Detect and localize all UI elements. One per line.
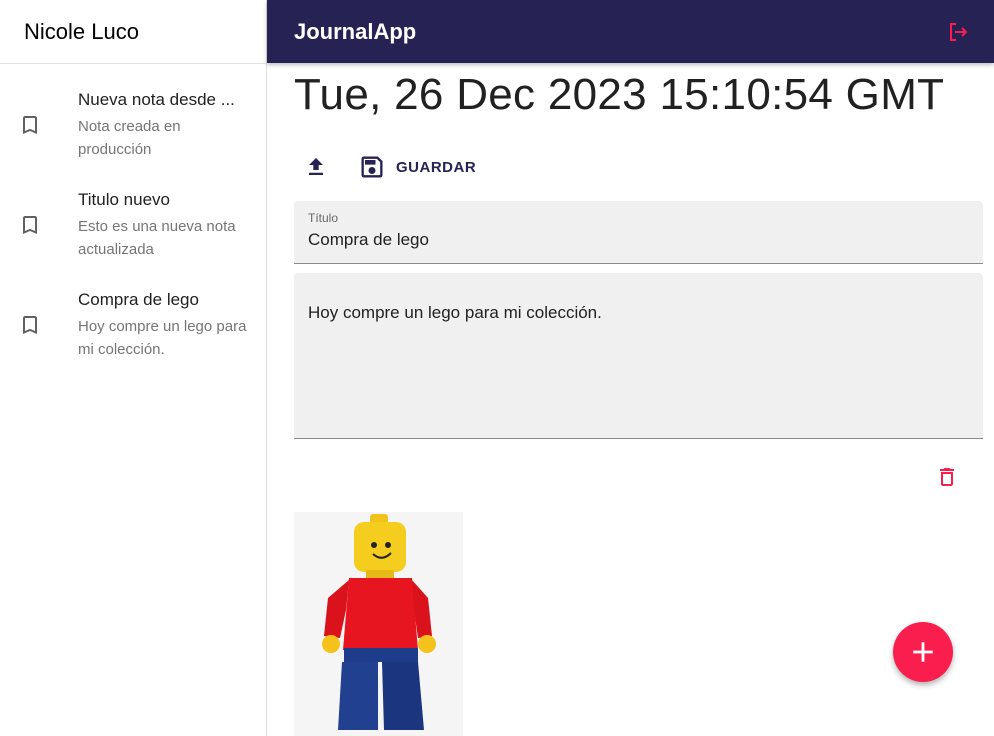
note-image bbox=[294, 512, 463, 736]
note-list-item[interactable]: Compra de lego Hoy compre un lego para m… bbox=[0, 280, 266, 369]
bookmark-icon bbox=[16, 288, 78, 361]
app-title: JournalApp bbox=[294, 18, 417, 44]
delete-button[interactable] bbox=[935, 465, 959, 489]
note-toolbar: GUARDAR bbox=[294, 147, 983, 187]
trash-icon bbox=[940, 468, 954, 486]
bookmark-icon bbox=[16, 88, 78, 161]
upload-button[interactable] bbox=[294, 147, 338, 187]
note-body: Nota creada en producción bbox=[78, 118, 181, 158]
body-field-value: Hoy compre un lego para mi colección. bbox=[308, 303, 602, 322]
note-list-item[interactable]: Nueva nota desde ... Nota creada en prod… bbox=[0, 80, 266, 169]
app-bar: JournalApp bbox=[267, 0, 994, 63]
note-title: Compra de lego bbox=[78, 290, 199, 309]
note-title: Titulo nuevo bbox=[78, 190, 170, 209]
user-name: Nicole Luco bbox=[0, 0, 266, 64]
logout-button[interactable] bbox=[944, 18, 972, 46]
save-button-label: GUARDAR bbox=[396, 158, 477, 176]
title-field[interactable]: Título Compra de lego bbox=[294, 201, 983, 264]
lego-minifigure-image bbox=[294, 512, 463, 736]
save-button[interactable]: GUARDAR bbox=[358, 153, 476, 181]
title-field-value: Compra de lego bbox=[308, 230, 429, 249]
add-note-button[interactable] bbox=[893, 622, 953, 682]
note-date: Tue, 26 Dec 2023 15:10:54 GMT bbox=[294, 70, 945, 119]
logout-icon bbox=[950, 22, 968, 41]
delete-row bbox=[294, 439, 983, 515]
note-body: Esto es una nueva nota actualizada bbox=[78, 218, 236, 258]
title-field-label: Título bbox=[308, 211, 339, 225]
note-editor: Tue, 26 Dec 2023 15:10:54 GMT GUARDAR Tí… bbox=[294, 63, 983, 515]
note-body: Hoy compre un lego para mi colección. bbox=[78, 318, 247, 358]
note-list-item[interactable]: Titulo nuevo Esto es una nueva nota actu… bbox=[0, 180, 266, 269]
plus-icon bbox=[913, 642, 933, 662]
sidebar: Nicole Luco Nueva nota desde ... Nota cr… bbox=[0, 0, 267, 736]
body-field[interactable]: Hoy compre un lego para mi colección. bbox=[294, 273, 983, 439]
save-icon bbox=[361, 156, 383, 178]
bookmark-icon bbox=[16, 188, 78, 261]
note-title: Nueva nota desde ... bbox=[78, 90, 235, 109]
upload-icon bbox=[309, 158, 323, 175]
